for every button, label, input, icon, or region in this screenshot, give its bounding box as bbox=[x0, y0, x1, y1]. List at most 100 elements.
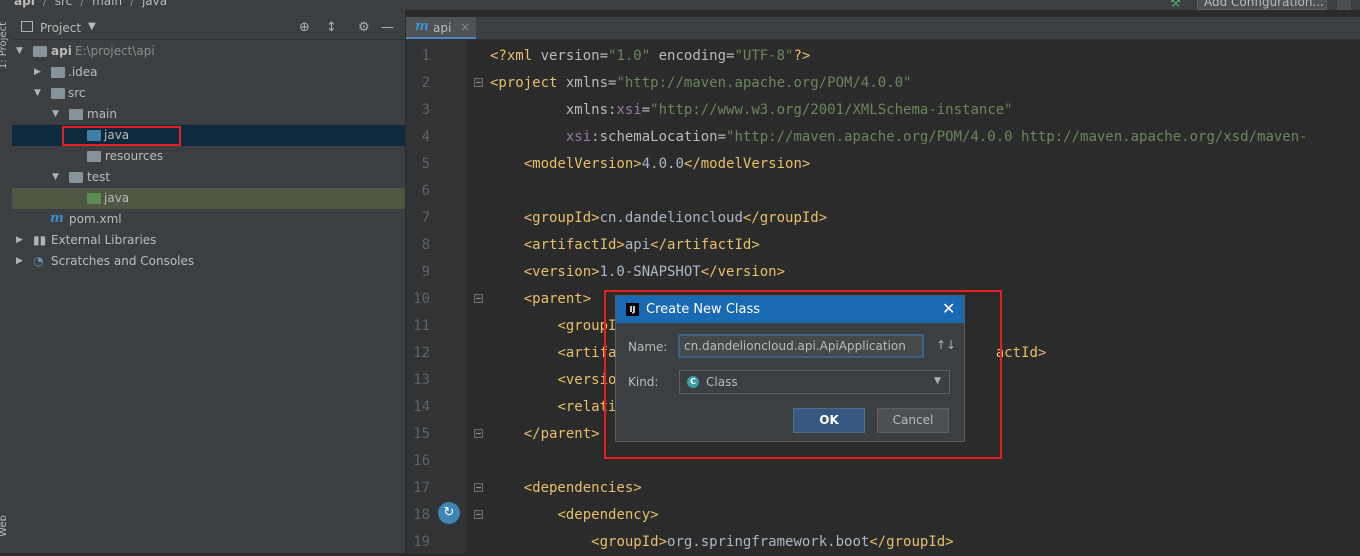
line-number: 19 bbox=[413, 534, 430, 550]
expanded-arrow-icon[interactable]: ▼ bbox=[52, 167, 59, 188]
collapsed-arrow-icon[interactable]: ▶ bbox=[34, 62, 41, 83]
tree-item-label: .idea bbox=[68, 65, 98, 79]
code-line: <groupId>cn.dandelioncloud</groupId> bbox=[523, 210, 828, 226]
tree-item-test[interactable]: ▼ test bbox=[12, 167, 405, 188]
project-view-icon bbox=[21, 21, 33, 32]
line-number: 14 bbox=[413, 399, 430, 415]
kind-value: Class bbox=[706, 375, 738, 389]
expanded-arrow-icon[interactable]: ▼ bbox=[52, 104, 59, 125]
tree-item-src[interactable]: ▼ src bbox=[12, 83, 405, 104]
kind-select[interactable]: C Class ▼ bbox=[679, 370, 950, 394]
expanded-arrow-icon[interactable]: ▼ bbox=[16, 41, 23, 62]
folder-icon bbox=[69, 172, 83, 183]
breadcrumb-item[interactable]: main bbox=[92, 0, 122, 8]
web-tool-tab[interactable]: Web bbox=[0, 515, 9, 537]
code-line: <project xmlns="http://maven.apache.org/… bbox=[490, 75, 912, 91]
line-number: 5 bbox=[421, 156, 430, 172]
kind-label: Kind: bbox=[628, 375, 659, 389]
chevron-down-icon[interactable]: ▼ bbox=[934, 376, 941, 386]
cancel-button[interactable]: Cancel bbox=[877, 408, 949, 433]
tree-item-label: main bbox=[87, 107, 117, 121]
line-number: 13 bbox=[413, 372, 430, 388]
breadcrumb-separator: / bbox=[130, 0, 135, 8]
tree-item-label: test bbox=[87, 170, 111, 184]
hide-icon[interactable]: — bbox=[381, 20, 394, 35]
editor-tab-bar: m api × bbox=[406, 17, 1360, 40]
breadcrumb-item[interactable]: api bbox=[14, 0, 35, 8]
line-number: 3 bbox=[421, 102, 430, 118]
gear-icon[interactable]: ⚙ bbox=[358, 20, 370, 35]
tree-item-label: pom.xml bbox=[69, 212, 122, 226]
line-number: 4 bbox=[421, 129, 430, 145]
collapsed-arrow-icon[interactable]: ▶ bbox=[16, 251, 23, 272]
line-number: 18 bbox=[413, 507, 430, 523]
expanded-arrow-icon[interactable]: ▼ bbox=[34, 83, 41, 104]
fold-marker[interactable] bbox=[474, 483, 483, 492]
project-tool-tab[interactable]: 1: Project bbox=[0, 22, 9, 69]
tree-item-scratches[interactable]: ▶ ◔ Scratches and Consoles bbox=[12, 251, 405, 272]
editor-tab-api[interactable]: m api × bbox=[406, 17, 476, 39]
resources-folder-icon bbox=[87, 151, 101, 162]
tree-item-pom[interactable]: m pom.xml bbox=[12, 209, 405, 230]
line-number: 16 bbox=[413, 453, 430, 469]
code-line: <parent> bbox=[523, 291, 592, 307]
line-number: 17 bbox=[413, 480, 430, 496]
line-number: 12 bbox=[413, 345, 430, 361]
code-line: xsi:schemaLocation="http://maven.apache.… bbox=[565, 129, 1308, 145]
add-configuration-button[interactable]: Add Configuration... bbox=[1197, 0, 1327, 10]
line-number: 8 bbox=[421, 237, 430, 253]
close-icon[interactable]: ✕ bbox=[942, 299, 955, 318]
breadcrumb-item[interactable]: java bbox=[142, 0, 167, 8]
collapse-all-icon[interactable]: ↕ bbox=[326, 20, 337, 35]
collapsed-arrow-icon[interactable]: ▶ bbox=[16, 230, 23, 251]
maven-icon: m bbox=[50, 211, 64, 226]
build-hammer-icon[interactable]: ⚒ bbox=[1170, 0, 1181, 10]
folder-icon bbox=[51, 67, 65, 78]
tree-item-idea[interactable]: ▶ .idea bbox=[12, 62, 405, 83]
tree-item-api[interactable]: ▼ api E:\project\api bbox=[12, 41, 405, 62]
sort-icon[interactable]: ↑↓ bbox=[936, 338, 956, 352]
breadcrumb-item[interactable]: src bbox=[55, 0, 73, 8]
line-number: 2 bbox=[421, 75, 430, 91]
create-new-class-dialog: IJ Create New Class ✕ Name: ↑↓ Kind: C C… bbox=[615, 295, 965, 442]
tree-item-label: java bbox=[104, 191, 130, 205]
name-label: Name: bbox=[628, 340, 668, 354]
code-line: <modelVersion>4.0.0</modelVersion> bbox=[523, 156, 811, 172]
code-line: xmlns:xsi="http://www.w3.org/2001/XMLSch… bbox=[565, 102, 1013, 118]
code-line: <?xml version="1.0" encoding="UTF-8"?> bbox=[490, 48, 811, 64]
chevron-down-icon[interactable]: ▼ bbox=[88, 21, 96, 32]
line-number: 10 bbox=[413, 291, 430, 307]
line-number: 7 bbox=[421, 210, 430, 226]
tree-item-test-java[interactable]: java bbox=[12, 188, 405, 209]
dialog-title-bar[interactable]: IJ Create New Class ✕ bbox=[616, 296, 964, 323]
ok-button[interactable]: OK bbox=[793, 408, 865, 433]
fold-marker[interactable] bbox=[474, 294, 483, 303]
breadcrumb-separator: / bbox=[42, 0, 47, 8]
class-name-input[interactable] bbox=[678, 334, 924, 358]
tree-item-label: api bbox=[51, 44, 72, 58]
intellij-icon: IJ bbox=[626, 303, 639, 316]
tree-item-label: External Libraries bbox=[51, 233, 157, 247]
line-number: 11 bbox=[413, 318, 430, 334]
code-line: <version>1.0-SNAPSHOT</version> bbox=[523, 264, 786, 280]
maven-icon: m bbox=[415, 19, 429, 34]
locate-icon[interactable]: ⊕ bbox=[299, 20, 310, 35]
dialog-title: Create New Class bbox=[646, 302, 761, 317]
fold-marker[interactable] bbox=[474, 78, 483, 87]
tree-item-resources[interactable]: resources bbox=[12, 146, 405, 167]
close-icon[interactable]: × bbox=[460, 20, 470, 34]
code-line: </parent> bbox=[523, 426, 600, 442]
code-line: <artifactId>api</artifactId> bbox=[523, 237, 760, 253]
tree-item-main[interactable]: ▼ main bbox=[12, 104, 405, 125]
line-number: 15 bbox=[413, 426, 430, 442]
tree-item-external-libraries[interactable]: ▶ ▮▮ External Libraries bbox=[12, 230, 405, 251]
project-panel-title[interactable]: Project bbox=[40, 21, 81, 35]
spring-boot-icon[interactable]: ↻ bbox=[438, 502, 460, 524]
run-icon[interactable] bbox=[1337, 0, 1351, 10]
library-icon: ▮▮ bbox=[33, 233, 47, 247]
fold-marker[interactable] bbox=[474, 429, 483, 438]
scratches-icon: ◔ bbox=[33, 254, 44, 268]
folder-icon bbox=[51, 88, 65, 99]
fold-marker[interactable] bbox=[474, 510, 483, 519]
folder-icon bbox=[69, 109, 83, 120]
